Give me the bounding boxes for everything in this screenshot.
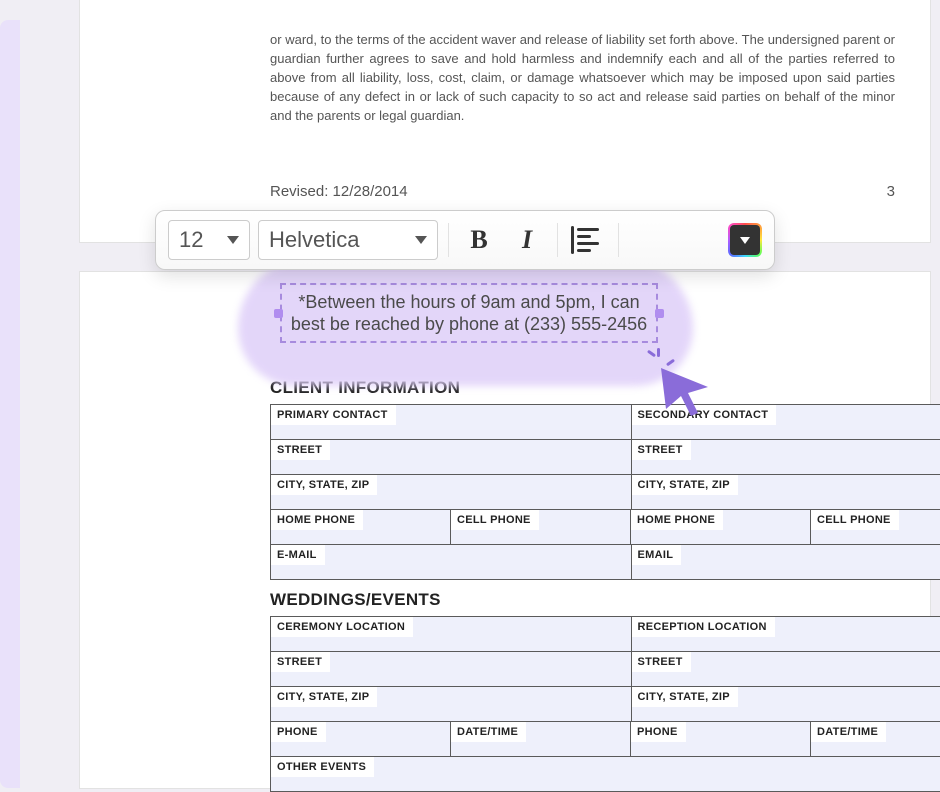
field-cell-phone-1[interactable]: CELL PHONE xyxy=(451,510,631,544)
chevron-down-icon xyxy=(415,236,427,244)
bold-icon: B xyxy=(470,225,487,255)
client-info-section: CLIENT INFORMATION PRIMARY CONTACT SECON… xyxy=(270,378,940,580)
field-street-ev-2[interactable]: STREET xyxy=(632,652,940,686)
field-phone-ev-1[interactable]: PHONE xyxy=(271,722,451,756)
divider xyxy=(557,223,558,257)
field-street-ev-1[interactable]: STREET xyxy=(271,652,632,686)
resize-handle-left[interactable] xyxy=(274,309,283,318)
font-family-select[interactable]: Helvetica xyxy=(258,220,438,260)
field-home-phone-1[interactable]: HOME PHONE xyxy=(271,510,451,544)
section-heading-events: WEDDINGS/EVENTS xyxy=(270,590,940,610)
field-ceremony-location[interactable]: CEREMONY LOCATION xyxy=(271,617,632,651)
field-city-state-zip-2[interactable]: CITY, STATE, ZIP xyxy=(632,475,940,509)
field-csz-ev-1[interactable]: CITY, STATE, ZIP xyxy=(271,687,632,721)
page-number: 3 xyxy=(887,183,895,200)
cursor-arrow-icon xyxy=(658,365,712,419)
italic-button[interactable]: I xyxy=(503,220,551,260)
align-left-icon xyxy=(577,228,599,252)
field-reception-location[interactable]: RECEPTION LOCATION xyxy=(632,617,940,651)
font-family-value: Helvetica xyxy=(269,227,359,253)
font-size-value: 12 xyxy=(179,227,203,253)
field-street-1[interactable]: STREET xyxy=(271,440,632,474)
field-phone-ev-2[interactable]: PHONE xyxy=(631,722,811,756)
divider xyxy=(618,223,619,257)
editable-text-box[interactable]: *Between the hours of 9am and 5pm, I can… xyxy=(280,283,658,343)
field-email-2[interactable]: EMAIL xyxy=(632,545,940,579)
weddings-events-section: WEDDINGS/EVENTS CEREMONY LOCATION RECEPT… xyxy=(270,590,940,792)
events-table: CEREMONY LOCATION RECEPTION LOCATION STR… xyxy=(270,616,940,792)
field-cell-phone-2[interactable]: CELL PHONE xyxy=(811,510,940,544)
chevron-down-icon xyxy=(227,236,239,244)
field-primary-contact[interactable]: PRIMARY CONTACT xyxy=(271,405,632,439)
left-sidebar-strip xyxy=(0,20,20,788)
color-swatch-icon xyxy=(730,225,760,255)
bold-button[interactable]: B xyxy=(455,220,503,260)
field-csz-ev-2[interactable]: CITY, STATE, ZIP xyxy=(632,687,940,721)
field-city-state-zip-1[interactable]: CITY, STATE, ZIP xyxy=(271,475,632,509)
text-color-button[interactable] xyxy=(728,223,762,257)
field-other-events[interactable]: OTHER EVENTS xyxy=(271,757,940,791)
document-page-upper: or ward, to the terms of the accident wa… xyxy=(80,0,930,242)
field-email-1[interactable]: E-MAIL xyxy=(271,545,632,579)
field-home-phone-2[interactable]: HOME PHONE xyxy=(631,510,811,544)
font-size-select[interactable]: 12 xyxy=(168,220,250,260)
field-street-2[interactable]: STREET xyxy=(632,440,940,474)
legal-paragraph: or ward, to the terms of the accident wa… xyxy=(270,30,895,125)
divider xyxy=(448,223,449,257)
footer-row: Revised: 12/28/2014 3 xyxy=(270,183,895,200)
client-info-table: PRIMARY CONTACT SECONDARY CONTACT STREET… xyxy=(270,404,940,580)
field-datetime-1[interactable]: DATE/TIME xyxy=(451,722,631,756)
field-datetime-2[interactable]: DATE/TIME xyxy=(811,722,940,756)
revised-date: Revised: 12/28/2014 xyxy=(270,183,408,200)
text-format-toolbar: 12 Helvetica B I xyxy=(155,210,775,270)
align-left-button[interactable] xyxy=(564,220,612,260)
resize-handle-right[interactable] xyxy=(655,309,664,318)
italic-icon: I xyxy=(522,225,532,255)
chevron-down-icon xyxy=(740,237,750,244)
